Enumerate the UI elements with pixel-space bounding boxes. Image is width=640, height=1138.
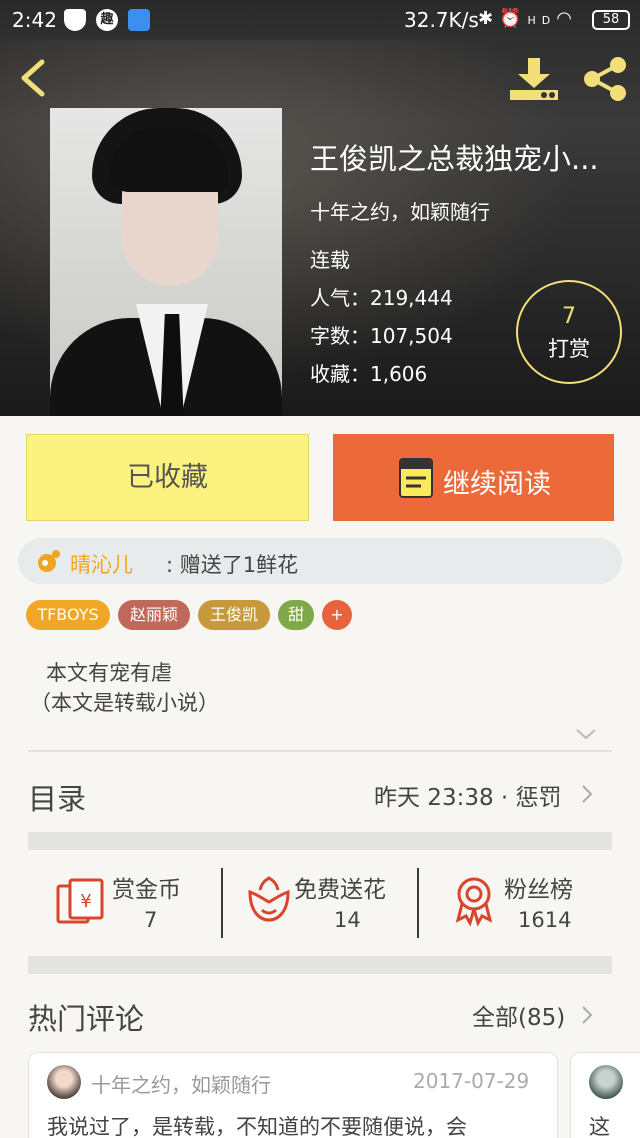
alarm-icon: ⏰: [499, 8, 528, 29]
section-divider: [28, 750, 612, 752]
gift-notice-text: : 赠送了1鲜花: [166, 553, 299, 577]
toc-label[interactable]: 目录: [28, 776, 86, 818]
app-notification-icon: [128, 9, 150, 31]
svg-text:¥: ¥: [80, 891, 91, 912]
section-band: [28, 956, 612, 974]
status-time: 2:42: [12, 8, 57, 32]
reward-button[interactable]: 7 打赏: [516, 280, 622, 384]
share-button[interactable]: [580, 56, 630, 102]
medal-icon: [455, 877, 493, 926]
book-cover-image[interactable]: [50, 108, 282, 416]
book-detail-page: 2:42 趣 32.7K/s ✱⏰HD◠ 58 王俊凯之总裁独宠小... 十年之…: [0, 0, 640, 1138]
comment-date: 2017-07-29: [413, 1069, 530, 1093]
reward-count: 7: [562, 304, 576, 329]
bluetooth-icon: ✱: [478, 8, 500, 29]
reward-label: 打赏: [548, 337, 590, 361]
flower-smile-icon: [248, 876, 290, 922]
wifi-icon: ◠: [556, 8, 578, 29]
comment-card[interactable]: 十年之约，如颖随行 2017-07-29 我说过了，是转载，不知道的不要随便说，…: [28, 1052, 558, 1138]
fans-label: 粉丝榜: [504, 877, 573, 903]
book-word-count: 字数：107,504: [310, 324, 453, 348]
summary-line-2: （本文是转载小说）: [30, 691, 219, 715]
continue-reading-label: 继续阅读: [443, 469, 551, 500]
chevron-right-icon[interactable]: [580, 1004, 594, 1026]
add-tag-button[interactable]: +: [322, 600, 352, 630]
tag-zhao-liying[interactable]: 赵丽颖: [118, 600, 190, 630]
comment-body: 我说过了，是转载，不知道的不要随便说，会: [47, 1115, 467, 1138]
fans-stat[interactable]: 粉丝榜 1614: [452, 870, 602, 940]
coins-value: 7: [144, 908, 158, 932]
coins-stat[interactable]: ¥ 赏金币 7: [56, 870, 216, 940]
cover-figure-bangs: [110, 128, 228, 192]
stat-divider: [221, 868, 223, 938]
red-envelope-icon: ¥: [56, 878, 104, 924]
gift-notice[interactable]: 晴沁儿 : 赠送了1鲜花: [18, 538, 622, 584]
book-status: 连载: [310, 248, 350, 272]
tag-wang-junkai[interactable]: 王俊凯: [198, 600, 270, 630]
continue-reading-button[interactable]: 继续阅读: [333, 434, 614, 521]
coins-label: 赏金币: [112, 877, 181, 903]
book-summary: 本文有宠有虐 （本文是转载小说）: [30, 658, 219, 718]
book-header: 2:42 趣 32.7K/s ✱⏰HD◠ 58 王俊凯之总裁独宠小... 十年之…: [0, 0, 640, 416]
stat-divider: [417, 868, 419, 938]
flowers-value: 14: [334, 908, 361, 932]
chevron-right-icon[interactable]: [580, 783, 594, 805]
fans-value: 1614: [518, 908, 572, 932]
signal-icon: HD: [527, 14, 557, 27]
flowers-stat[interactable]: 免费送花 14: [244, 870, 414, 940]
flower-icon: [38, 550, 60, 572]
battery-indicator: 58: [592, 10, 630, 30]
latest-chapter[interactable]: 昨天 23:38 · 惩罚: [374, 778, 562, 812]
network-speed: 32.7K/s: [404, 8, 479, 32]
shield-icon: [64, 9, 86, 31]
book-favorites: 收藏：1,606: [310, 362, 428, 386]
book-title: 王俊凯之总裁独宠小...: [310, 142, 599, 176]
book-popularity: 人气：219,444: [310, 286, 453, 310]
flowers-label: 免费送花: [294, 877, 386, 903]
all-comments-link[interactable]: 全部(85): [472, 998, 565, 1032]
gift-sender-name[interactable]: 晴沁儿: [70, 549, 133, 579]
status-bar: 2:42 趣 32.7K/s ✱⏰HD◠ 58: [0, 0, 640, 42]
back-button[interactable]: [14, 56, 54, 100]
tag-tfboys[interactable]: TFBOYS: [26, 600, 110, 630]
comment-body: 这: [589, 1115, 610, 1138]
summary-line-1: 本文有宠有虐: [46, 661, 172, 685]
collected-button[interactable]: 已收藏: [26, 434, 309, 521]
tag-sweet[interactable]: 甜: [278, 600, 314, 630]
book-icon: [399, 458, 433, 498]
book-author[interactable]: 十年之约，如颖随行: [310, 196, 490, 225]
download-button[interactable]: [506, 56, 562, 102]
avatar[interactable]: [47, 1065, 81, 1099]
chevron-down-icon[interactable]: [574, 726, 598, 742]
section-band: [28, 832, 612, 850]
comment-username[interactable]: 十年之约，如颖随行: [91, 1069, 271, 1098]
hot-comments-label: 热门评论: [28, 1002, 145, 1036]
qu-app-icon: 趣: [96, 9, 118, 31]
comment-card[interactable]: 这: [570, 1052, 640, 1138]
status-icons: ✱⏰HD◠: [478, 8, 578, 29]
avatar[interactable]: [589, 1065, 623, 1099]
